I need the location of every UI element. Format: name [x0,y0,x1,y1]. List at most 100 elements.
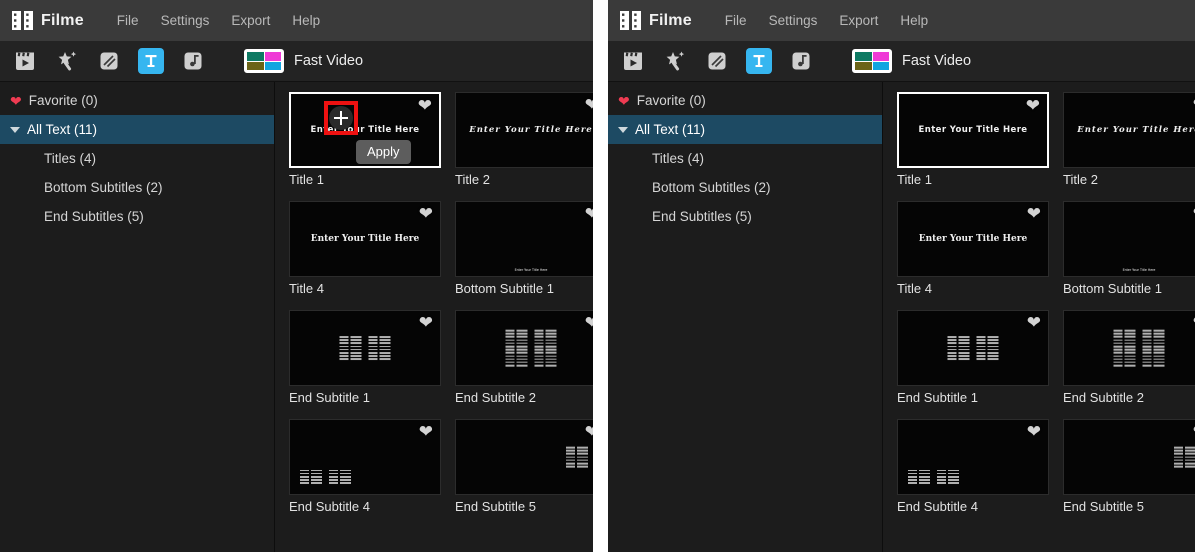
list-item[interactable]: ❤ End Subtitle 2 [455,310,593,405]
menu-item-export[interactable]: Export [828,9,889,32]
template-thumbnail[interactable]: Enter Your Title Here ❤ [1063,92,1195,168]
menu-item-help[interactable]: Help [281,9,331,32]
list-item[interactable]: Enter Your Title Here ❤ Title 1 [897,92,1049,187]
template-thumbnail[interactable]: Enter Your Title Here ❤ [455,92,593,168]
sidebar-item-titles[interactable]: Titles (4) [0,144,274,173]
list-item[interactable]: ❤ End Subtitle 4 [897,419,1049,514]
sidebar-item-bottom-subtitles[interactable]: Bottom Subtitles (2) [0,173,274,202]
heart-icon[interactable]: ❤ [1027,205,1041,222]
plus-icon[interactable] [329,106,353,130]
credit-roll-art [340,336,391,360]
template-thumbnail[interactable]: ❤ [289,310,441,386]
menu-item-file[interactable]: File [714,9,758,32]
template-thumbnail[interactable]: ❤ [1063,419,1195,495]
heart-icon[interactable]: ❤ [1027,423,1041,440]
heart-icon: ❤ [10,94,22,108]
list-item[interactable]: Enter Your Title Here ❤ Bottom Subtitle … [455,201,593,296]
sidebar-item-label: Bottom Subtitles (2) [652,180,771,195]
sidebar-item-end-subtitles[interactable]: End Subtitles (5) [0,202,274,231]
template-thumbnail[interactable]: ❤ [289,419,441,495]
heart-icon[interactable]: ❤ [585,314,593,331]
project-indicator[interactable]: Fast Video [244,49,363,73]
heart-icon[interactable]: ❤ [1027,314,1041,331]
sidebar-item-all-text[interactable]: All Text (11) [0,115,274,144]
toolbar: Fast Video [0,41,593,82]
template-thumbnail[interactable]: ❤ [1063,310,1195,386]
text-icon[interactable] [138,48,164,74]
template-thumbnail[interactable]: ❤ [455,310,593,386]
menu-item-settings[interactable]: Settings [150,9,221,32]
sidebar-item-all-text[interactable]: All Text (11) [608,115,882,144]
caret-down-icon [10,127,20,133]
media-icon[interactable] [12,48,38,74]
heart-icon[interactable]: ❤ [419,423,433,440]
thumbnail-art: Enter Your Title Here [456,93,593,167]
effects-icon[interactable] [662,48,688,74]
menu-item-file[interactable]: File [106,9,150,32]
text-icon[interactable] [746,48,772,74]
sidebar-item-favorite[interactable]: ❤ Favorite (0) [0,86,274,115]
right-panel-body: ❤ Favorite (0) All Text (11) Titles (4) … [608,82,1195,552]
apply-plus-overlay[interactable] [324,101,358,135]
template-thumbnail[interactable]: ❤ [897,310,1049,386]
list-item[interactable]: ❤ End Subtitle 2 [1063,310,1195,405]
menu-item-settings[interactable]: Settings [758,9,829,32]
left-panel-body: ❤ Favorite (0) All Text (11) Titles (4) … [0,82,593,552]
list-item-label: End Subtitle 1 [289,390,441,405]
template-thumbnail[interactable]: Enter Your Title Here ❤ [289,201,441,277]
heart-icon[interactable]: ❤ [1026,97,1040,114]
transition-icon[interactable] [96,48,122,74]
audio-icon[interactable] [788,48,814,74]
template-thumbnail[interactable]: Enter Your Title Here ❤ [897,201,1049,277]
list-item[interactable]: ❤ End Subtitle 5 [1063,419,1195,514]
category-sidebar: ❤ Favorite (0) All Text (11) Titles (4) … [0,82,275,552]
list-item[interactable]: ❤ End Subtitle 1 [897,310,1049,405]
sidebar-item-end-subtitles[interactable]: End Subtitles (5) [608,202,882,231]
list-item-label: End Subtitle 4 [289,499,441,514]
media-icon[interactable] [620,48,646,74]
template-thumbnail[interactable]: ❤ [897,419,1049,495]
list-item-label: End Subtitle 4 [897,499,1049,514]
project-indicator[interactable]: Fast Video [852,49,971,73]
list-item-label: End Subtitle 2 [1063,390,1195,405]
sidebar-item-label: All Text (11) [27,122,97,137]
heart-icon[interactable]: ❤ [585,205,593,222]
template-thumbnail[interactable]: Enter Your Title Here ❤ [455,201,593,277]
list-item[interactable]: ❤ End Subtitle 1 [289,310,441,405]
heart-icon[interactable]: ❤ [419,205,433,222]
thumbnail-art: Enter Your Title Here [456,202,593,276]
template-thumbnail[interactable]: Enter Your Title Here ❤ [1063,201,1195,277]
list-item-label: End Subtitle 2 [455,390,593,405]
heart-icon[interactable]: ❤ [419,314,433,331]
sidebar-item-label: Titles (4) [652,151,704,166]
template-thumbnail[interactable]: Enter Your Title Here ❤ [897,92,1049,168]
list-item[interactable]: Enter Your Title Here ❤ Title 2 [1063,92,1195,187]
sidebar-item-label: End Subtitles (5) [44,209,144,224]
list-item[interactable]: Enter Your Title Here ❤ Title 4 [289,201,441,296]
list-item[interactable]: ❤ End Subtitle 5 [455,419,593,514]
menu-item-help[interactable]: Help [889,9,939,32]
menu-item-export[interactable]: Export [220,9,281,32]
heart-icon[interactable]: ❤ [585,96,593,113]
sidebar-item-titles[interactable]: Titles (4) [608,144,882,173]
list-item[interactable]: Enter Your Title Here ❤ Bottom Subtitle … [1063,201,1195,296]
four-color-grid-icon [852,49,892,73]
list-item-label: End Subtitle 5 [1063,499,1195,514]
template-grid: Enter Your Title Here ❤ Title 1 Enter Yo… [897,92,1195,514]
heart-icon[interactable]: ❤ [585,423,593,440]
heart-icon[interactable]: ❤ [418,97,432,114]
sidebar-item-bottom-subtitles[interactable]: Bottom Subtitles (2) [608,173,882,202]
template-grid-area: Enter Your Title Here ❤ Title 1 Enter Yo… [275,82,593,552]
app-title: Filme [649,12,692,30]
list-item[interactable]: Enter Your Title Here ❤ Title 4 [897,201,1049,296]
list-item[interactable]: ❤ End Subtitle 4 [289,419,441,514]
transition-icon[interactable] [704,48,730,74]
screenshot-root: Filme File Settings Export Help [0,0,1195,552]
project-name: Fast Video [902,53,971,69]
list-item-label: End Subtitle 1 [897,390,1049,405]
effects-icon[interactable] [54,48,80,74]
list-item[interactable]: Enter Your Title Here ❤ Title 2 [455,92,593,187]
sidebar-item-favorite[interactable]: ❤ Favorite (0) [608,86,882,115]
template-thumbnail[interactable]: ❤ [455,419,593,495]
audio-icon[interactable] [180,48,206,74]
